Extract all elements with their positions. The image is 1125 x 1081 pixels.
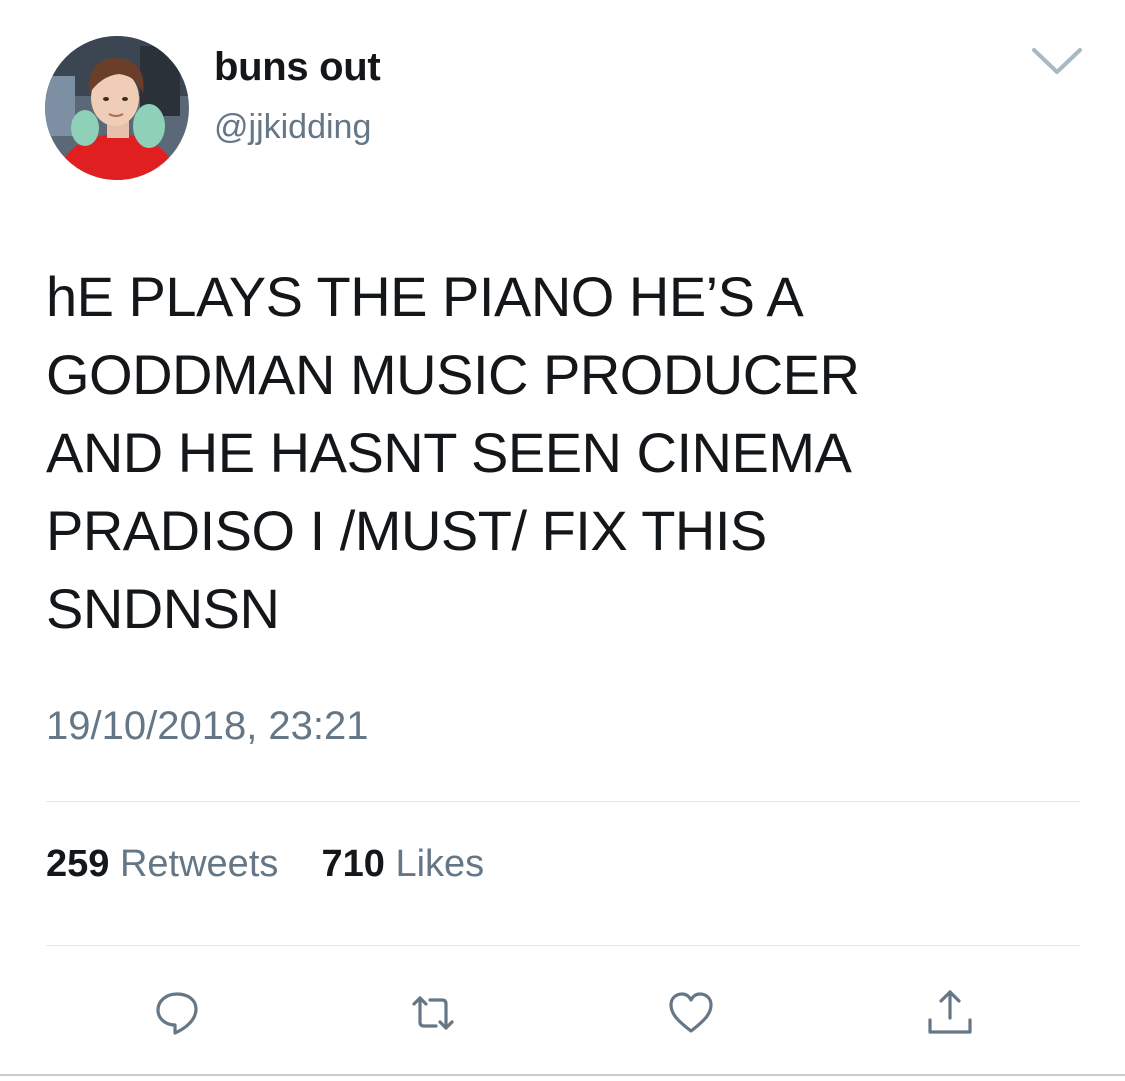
likes-count: 710 (321, 843, 385, 885)
tweet-stats: 259 Retweets 710 Likes (46, 843, 484, 886)
likes-stat[interactable]: 710 Likes (311, 843, 485, 885)
retweet-button[interactable] (408, 988, 458, 1038)
user-handle[interactable]: @jjkidding (214, 108, 371, 147)
reply-button[interactable] (152, 988, 202, 1038)
tweet-timestamp[interactable]: 19/10/2018, 23:21 (46, 704, 369, 749)
heart-icon (669, 992, 713, 1033)
chevron-down-icon[interactable] (1030, 44, 1084, 78)
display-name[interactable]: buns out (214, 45, 381, 90)
retweets-label: Retweets (119, 843, 279, 885)
share-button[interactable] (925, 988, 975, 1038)
likes-label: Likes (395, 843, 485, 885)
tweet-card: buns out @jjkidding hE PLAYS THE PIANO H… (0, 0, 1125, 1081)
like-button[interactable] (666, 988, 716, 1038)
avatar-image (45, 36, 189, 180)
avatar[interactable] (45, 36, 189, 180)
share-icon (928, 990, 972, 1034)
tweet-text: hE PLAYS THE PIANO HE’S A GODDMAN MUSIC … (46, 265, 860, 640)
retweet-icon (412, 996, 454, 1030)
divider (46, 945, 1080, 946)
retweets-stat[interactable]: 259 Retweets (46, 843, 289, 885)
bottom-border (0, 1074, 1125, 1076)
divider (46, 801, 1080, 802)
retweets-count: 259 (46, 843, 110, 885)
reply-icon (156, 992, 198, 1035)
